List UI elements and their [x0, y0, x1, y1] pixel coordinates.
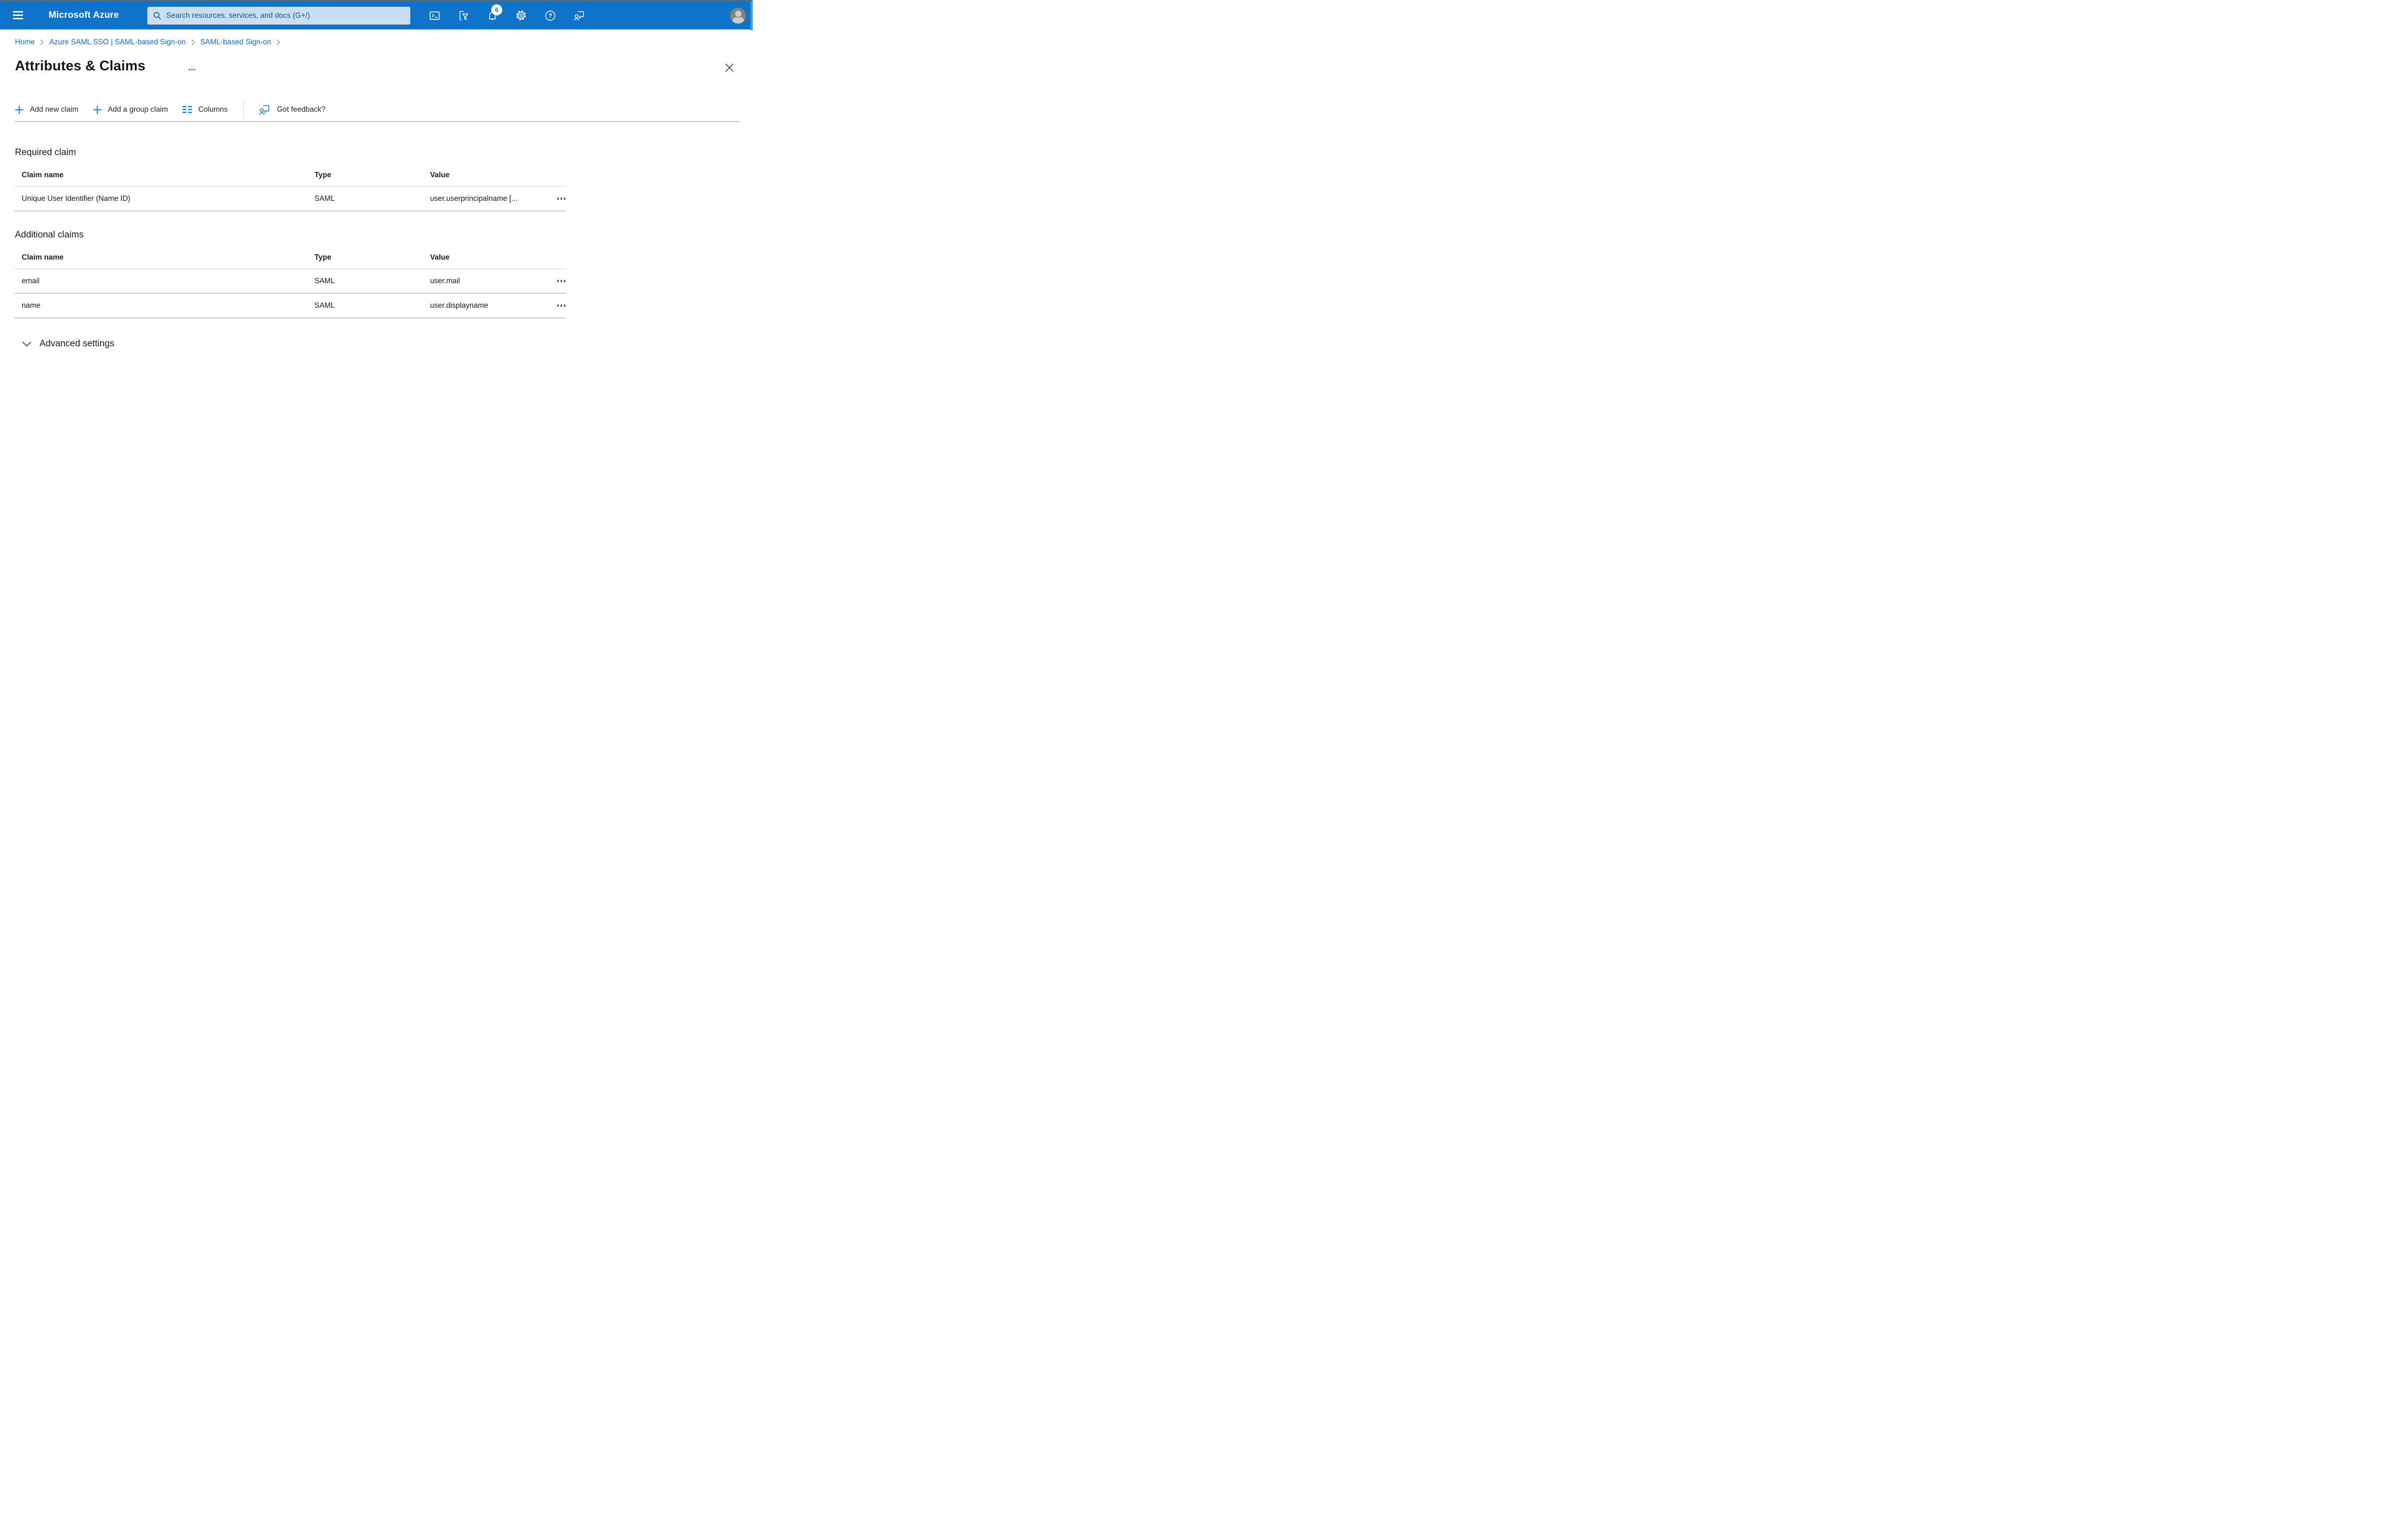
page-context-menu-button[interactable]	[187, 67, 197, 72]
directory-filter-icon	[459, 11, 469, 20]
column-header-value: Value	[430, 171, 450, 179]
got-feedback-button[interactable]: Got feedback?	[258, 101, 326, 118]
breadcrumb: Home Azure SAML SSO | SAML-based Sign-on…	[15, 38, 286, 47]
add-new-claim-button[interactable]: Add new claim	[15, 101, 79, 118]
avatar-head	[735, 11, 741, 17]
claim-name-cell: Unique User Identifier (Name ID)	[22, 194, 131, 203]
add-new-claim-label: Add new claim	[30, 105, 79, 114]
got-feedback-label: Got feedback?	[276, 105, 326, 114]
search-input[interactable]	[166, 11, 405, 20]
row-menu-button[interactable]	[556, 277, 566, 285]
feedback-icon	[574, 11, 584, 21]
search-icon	[154, 12, 161, 20]
help-icon: ?	[545, 10, 555, 21]
feedback-icon	[259, 105, 269, 115]
cloud-shell-button[interactable]	[425, 6, 444, 25]
svg-text:?: ?	[548, 12, 552, 19]
columns-label: Columns	[198, 105, 228, 114]
global-search[interactable]	[147, 7, 410, 25]
close-blade-button[interactable]	[722, 60, 736, 75]
required-claim-table: Claim name Type Value Unique User Identi…	[14, 164, 566, 211]
additional-claims-table: Claim name Type Value email SAML user.ma…	[14, 247, 566, 318]
columns-button[interactable]: Columns	[182, 101, 228, 118]
command-bar: Add new claim Add a group claim Columns …	[15, 101, 340, 118]
chevron-right-icon	[191, 39, 195, 46]
breadcrumb-app-link[interactable]: Azure SAML SSO | SAML-based Sign-on	[49, 38, 185, 47]
claim-name-cell: name	[22, 301, 40, 310]
table-header-row: Claim name Type Value	[14, 247, 566, 269]
column-header-type: Type	[314, 253, 332, 262]
value-cell: user.mail	[430, 276, 460, 285]
required-claim-heading: Required claim	[15, 147, 76, 158]
type-cell: SAML	[314, 301, 335, 310]
gear-icon	[516, 10, 526, 21]
value-cell: user.displayname	[430, 301, 488, 310]
chevron-down-icon	[22, 341, 31, 347]
add-group-claim-label: Add a group claim	[107, 105, 168, 114]
column-header-value: Value	[430, 253, 450, 262]
feedback-button[interactable]	[569, 6, 589, 25]
column-header-claim-name: Claim name	[22, 171, 64, 179]
plus-icon	[93, 105, 102, 114]
command-bar-rule	[14, 121, 740, 122]
help-button[interactable]: ?	[540, 6, 560, 25]
additional-claims-heading: Additional claims	[15, 230, 84, 240]
table-row[interactable]: Unique User Identifier (Name ID) SAML us…	[14, 187, 566, 211]
cloud-shell-icon	[429, 11, 440, 20]
toolbar-divider	[243, 101, 244, 118]
value-cell: user.userprincipalname [...	[430, 194, 518, 203]
directory-filter-button[interactable]	[454, 6, 473, 25]
close-icon	[725, 63, 733, 72]
account-avatar[interactable]	[730, 8, 746, 24]
advanced-settings-label: Advanced settings	[39, 339, 115, 349]
chevron-right-icon	[276, 39, 280, 46]
hamburger-menu-button[interactable]	[7, 5, 28, 26]
notifications-button[interactable]: 6	[483, 4, 502, 25]
plus-icon	[15, 105, 24, 114]
columns-icon	[182, 106, 192, 113]
claim-name-cell: email	[22, 276, 40, 285]
row-menu-button[interactable]	[556, 302, 566, 309]
notification-count-badge: 6	[491, 4, 502, 15]
brand-title: Microsoft Azure	[49, 10, 119, 20]
add-group-claim-button[interactable]: Add a group claim	[93, 101, 168, 118]
advanced-settings-expander[interactable]: Advanced settings	[22, 339, 114, 349]
chevron-right-icon	[40, 39, 44, 46]
breadcrumb-home-link[interactable]: Home	[15, 38, 35, 47]
breadcrumb-signon-link[interactable]: SAML-based Sign-on	[200, 38, 271, 47]
column-header-type: Type	[314, 171, 332, 179]
column-header-claim-name: Claim name	[22, 253, 64, 262]
settings-button[interactable]	[511, 6, 531, 25]
table-header-row: Claim name Type Value	[14, 164, 566, 187]
row-menu-button[interactable]	[556, 195, 566, 202]
azure-top-bar: Microsoft Azure Search resources, servic…	[0, 0, 753, 30]
avatar-body	[732, 17, 744, 24]
page-title: Attributes & Claims	[15, 58, 145, 74]
topbar-icon-group: 6 ?	[425, 4, 598, 25]
window-scrollbar-strip	[750, 1, 753, 30]
type-cell: SAML	[314, 194, 335, 203]
table-row[interactable]: name SAML user.displayname	[14, 294, 566, 318]
table-row[interactable]: email SAML user.mail	[14, 269, 566, 294]
type-cell: SAML	[314, 276, 335, 285]
